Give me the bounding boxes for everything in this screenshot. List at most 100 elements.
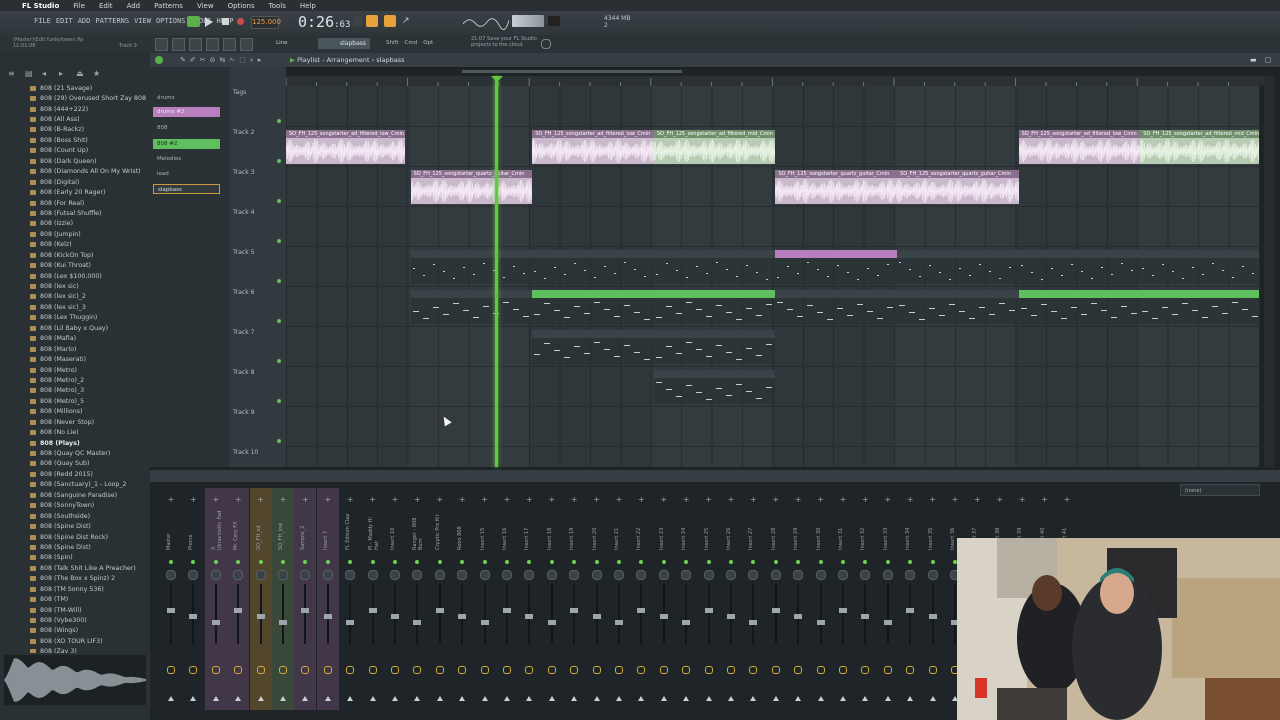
add-insert-icon[interactable]: + — [771, 496, 781, 504]
mixer-strip[interactable]: + Insert 23 — [653, 488, 675, 710]
add-insert-icon[interactable]: + — [636, 496, 646, 504]
fader-cap[interactable] — [503, 608, 511, 613]
metronome-icon[interactable] — [353, 16, 362, 26]
add-insert-icon[interactable]: + — [1040, 496, 1050, 504]
pattern-clip[interactable]: 808 — [410, 290, 533, 324]
cloud-icon[interactable] — [541, 39, 551, 49]
track-mute-led[interactable] — [277, 279, 281, 283]
record-icon[interactable] — [237, 18, 244, 25]
browser-item[interactable]: 808 (Kelz) — [0, 240, 150, 250]
pan-knob[interactable] — [569, 570, 580, 580]
fl-menu-patterns[interactable]: PATTERNS — [95, 17, 129, 25]
fader-track[interactable] — [640, 584, 643, 644]
playhead[interactable] — [495, 76, 498, 467]
audio-clip[interactable]: SO_FH_125_songstarter_quartz_guitar_Cmin — [410, 170, 533, 204]
browser-item[interactable]: 808 (lex sic)_2 — [0, 292, 150, 302]
browser-collapse-icon[interactable]: ⏏ — [76, 69, 85, 78]
route-arrow-icon[interactable] — [324, 696, 331, 701]
add-insert-icon[interactable]: + — [211, 496, 221, 504]
slip-tool-icon[interactable]: ⇆ — [220, 56, 226, 65]
route-arrow-icon[interactable] — [481, 696, 488, 701]
track-mute-led[interactable] — [277, 199, 281, 203]
pan-knob[interactable] — [367, 570, 378, 580]
menu-file[interactable]: File — [73, 2, 85, 10]
fader-track[interactable] — [416, 584, 419, 644]
pan-knob[interactable] — [860, 570, 871, 580]
add-insert-icon[interactable]: + — [300, 496, 310, 504]
route-arrow-icon[interactable] — [907, 696, 914, 701]
fader-cap[interactable] — [211, 620, 220, 625]
add-insert-icon[interactable]: + — [278, 496, 288, 504]
browser-item[interactable]: 808 (Vybe300) — [0, 615, 150, 625]
playhead-marker-icon[interactable] — [491, 76, 503, 82]
fl-menu-edit[interactable]: EDIT — [56, 17, 73, 25]
fader-cap[interactable] — [704, 608, 713, 613]
pattern-item[interactable]: Melodies — [153, 154, 220, 164]
mute-tool-icon[interactable]: ⊘ — [210, 56, 216, 65]
insert-enable-led[interactable] — [437, 560, 442, 564]
insert-enable-led[interactable] — [863, 560, 868, 564]
mixer-strip[interactable]: + Mr. Cory FX — [227, 488, 250, 710]
pattern-clip[interactable]: drums — [410, 250, 533, 284]
pan-knob[interactable] — [210, 570, 221, 580]
song-time-display[interactable]: 0:26:63 — [298, 13, 350, 31]
fader-track[interactable] — [909, 584, 912, 644]
insert-enable-led[interactable] — [841, 560, 845, 564]
add-insert-icon[interactable]: + — [166, 496, 176, 504]
route-knob[interactable] — [659, 666, 668, 674]
delete-tool-icon[interactable]: ✂ — [200, 56, 206, 65]
browser-item[interactable]: 808 (XO TOUR LIF3) — [0, 636, 150, 646]
route-arrow-icon[interactable] — [683, 696, 690, 701]
mixer-strip[interactable]: + Insert 7 — [316, 488, 339, 710]
route-arrow-icon[interactable] — [414, 696, 421, 701]
pattern-clip[interactable]: drums — [897, 250, 1019, 284]
browser-item[interactable]: 808 (Metro)_3 — [0, 386, 150, 396]
route-arrow-icon[interactable] — [504, 696, 510, 701]
fader-track[interactable] — [573, 584, 576, 644]
breadcrumb-arrangement[interactable]: Playlist - Arrangement — [297, 56, 369, 64]
pan-knob[interactable] — [882, 570, 893, 580]
pan-knob[interactable] — [770, 570, 781, 580]
add-insert-icon[interactable]: + — [502, 496, 512, 504]
insert-enable-led[interactable] — [169, 560, 173, 564]
route-arrow-icon[interactable] — [459, 696, 466, 701]
mixer-strip[interactable]: + Robo 808 — [451, 488, 473, 710]
route-arrow-icon[interactable] — [571, 696, 578, 701]
route-knob[interactable] — [189, 666, 198, 674]
fader-cap[interactable] — [189, 614, 198, 619]
add-insert-icon[interactable]: + — [390, 496, 400, 504]
browser-item[interactable]: 808 (Boss Shit) — [0, 135, 150, 145]
route-knob[interactable] — [570, 666, 579, 674]
track-header[interactable]: Track 4 — [233, 209, 285, 249]
route-arrow-icon[interactable] — [235, 696, 242, 701]
insert-enable-led[interactable] — [348, 560, 353, 564]
add-insert-icon[interactable]: + — [457, 496, 467, 504]
pan-knob[interactable] — [905, 570, 916, 580]
add-insert-icon[interactable]: + — [592, 496, 602, 504]
browser-item[interactable]: 808 (Quay Sub) — [0, 459, 150, 469]
route-knob[interactable] — [256, 666, 265, 674]
pan-knob[interactable] — [815, 570, 826, 580]
insert-enable-led[interactable] — [281, 560, 285, 564]
pan-knob[interactable] — [838, 570, 848, 580]
mixer-strip[interactable]: + Master — [160, 488, 182, 710]
pan-knob[interactable] — [524, 570, 535, 580]
route-arrow-icon[interactable] — [929, 696, 936, 701]
fader-cap[interactable] — [794, 614, 803, 619]
mixer-strip[interactable]: + Sample_2 — [294, 488, 317, 710]
fader-cap[interactable] — [301, 608, 310, 613]
add-insert-icon[interactable]: + — [972, 496, 982, 504]
fader-track[interactable] — [685, 584, 688, 644]
insert-enable-led[interactable] — [661, 560, 666, 564]
fader-cap[interactable] — [659, 614, 668, 619]
browser-item[interactable]: 808 (Lex Thuggin) — [0, 313, 150, 323]
track-header[interactable]: Track 7 — [233, 329, 285, 369]
add-insert-icon[interactable]: + — [524, 496, 534, 504]
pan-knob[interactable] — [233, 570, 244, 580]
browser-item[interactable]: 808 (The Box x Spinz) 2 — [0, 574, 150, 584]
browser-item[interactable]: 808 (Spine Dist) — [0, 521, 150, 531]
route-knob[interactable] — [234, 666, 243, 674]
pattern-clip[interactable]: 808 — [897, 290, 1019, 324]
add-insert-icon[interactable]: + — [256, 496, 266, 504]
route-knob[interactable] — [749, 666, 758, 674]
